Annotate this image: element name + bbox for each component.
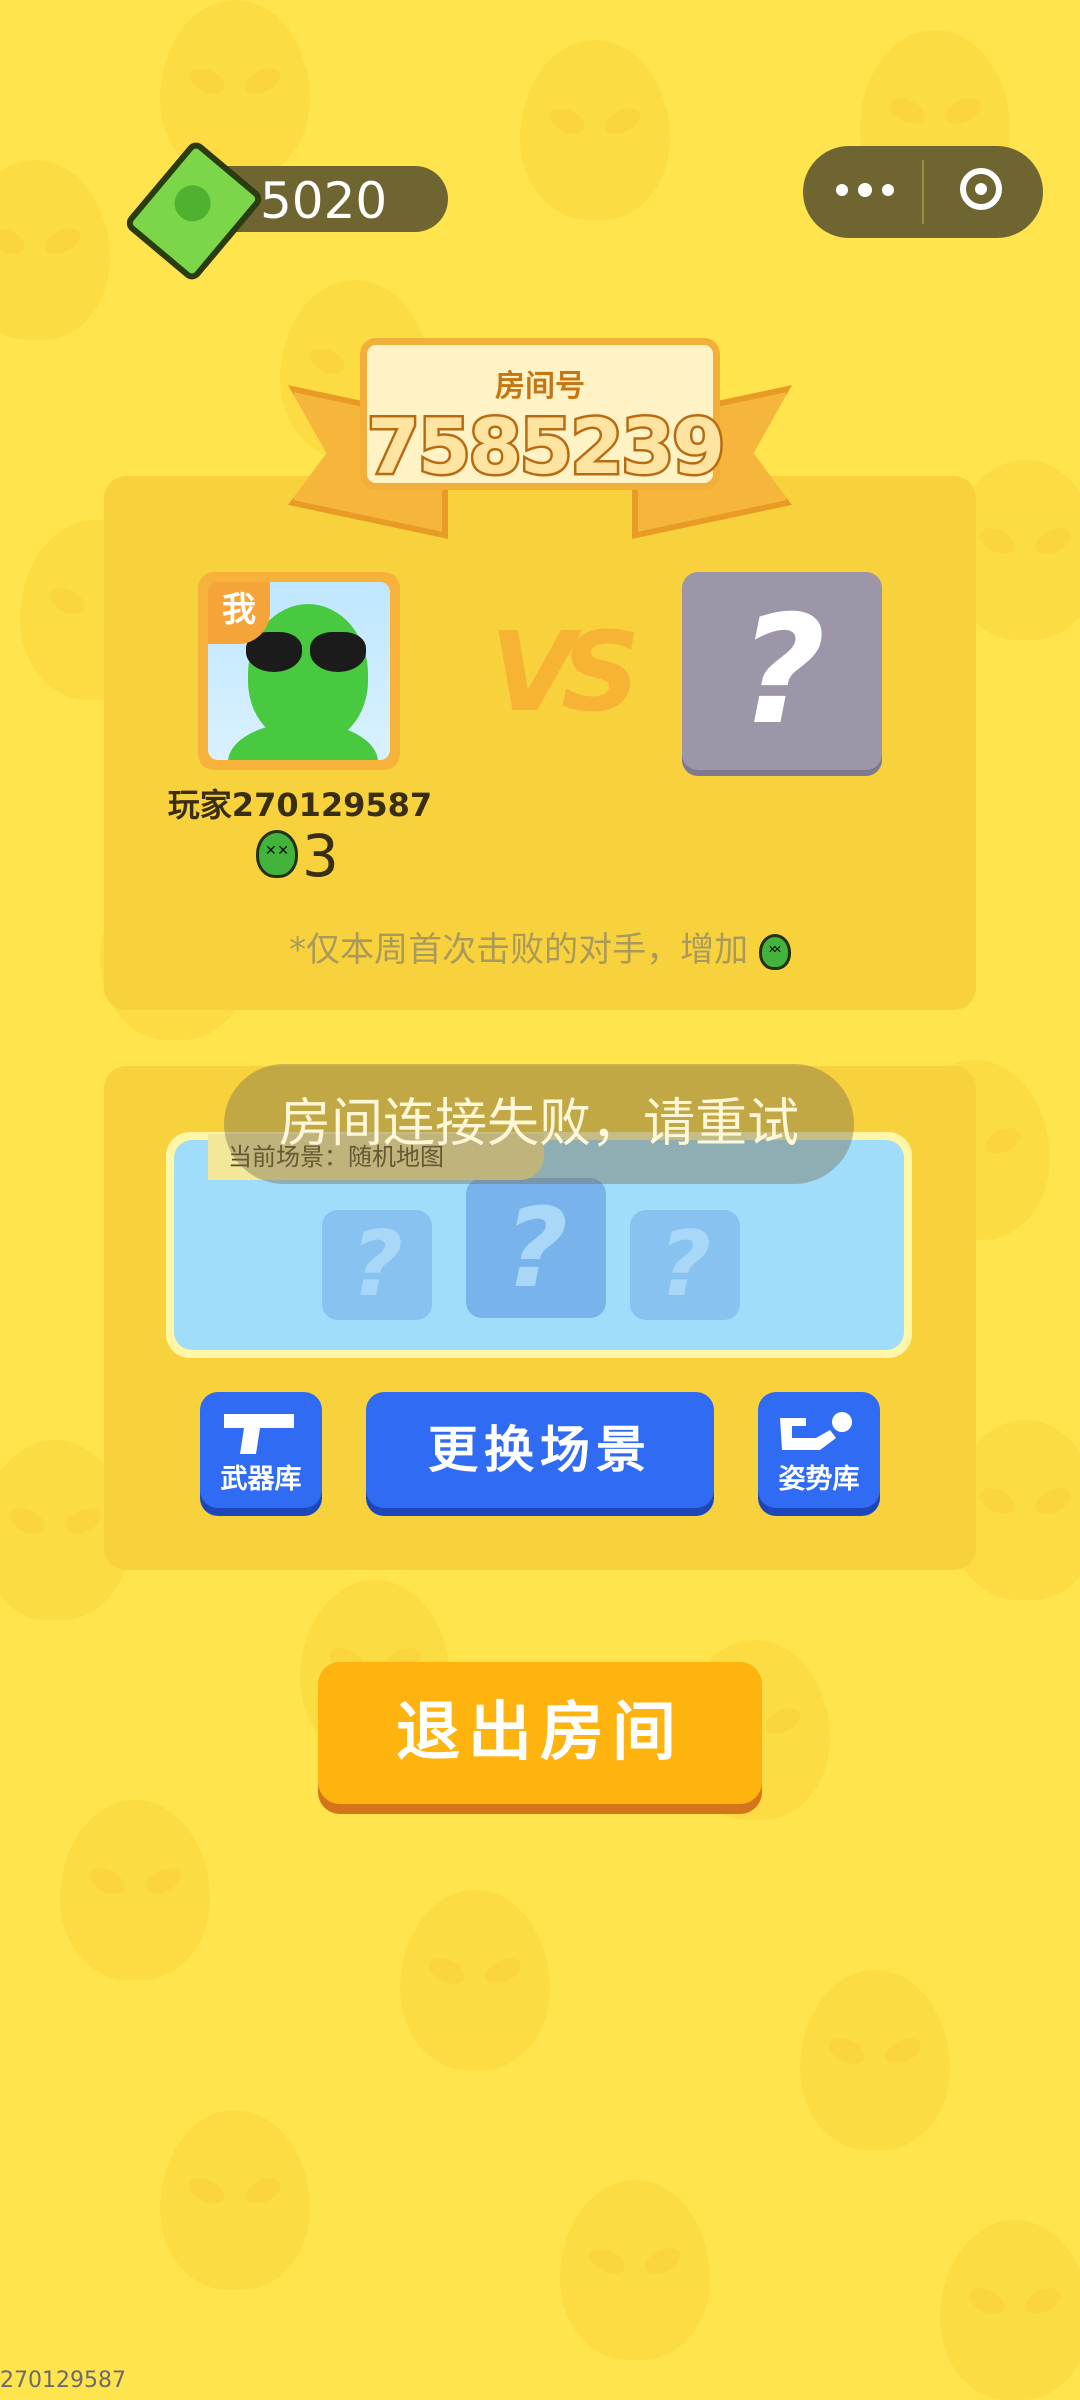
kill-skull-icon (256, 830, 298, 878)
miniprogram-capsule (803, 146, 1043, 238)
alien-bg-icon (560, 2180, 710, 2360)
room-ribbon: 房间号 7585239 (360, 338, 728, 491)
bonus-note-text: *仅本周首次击败的对手，增加 (289, 930, 749, 970)
alien-bg-icon (0, 160, 110, 340)
alien-bg-icon (520, 40, 670, 220)
alien-bg-icon (160, 2110, 310, 2290)
currency-value: 5020 (260, 172, 388, 230)
player-name: 玩家270129587 (167, 786, 433, 824)
capsule-divider (922, 160, 924, 224)
exit-room-button[interactable]: 退出房间 (318, 1662, 762, 1804)
weapons-button[interactable]: 武器库 (200, 1392, 322, 1508)
weapons-label: 武器库 (220, 1464, 302, 1495)
my-avatar[interactable]: 我 (198, 572, 400, 770)
sunglasses-icon (240, 632, 370, 674)
more-options-icon[interactable] (836, 180, 896, 200)
alien-bg-icon (60, 1800, 210, 1980)
pose-icon (780, 1412, 852, 1450)
close-miniprogram-icon[interactable] (960, 168, 1002, 210)
scene-card: ? (322, 1210, 432, 1320)
room-number: 7585239 (365, 402, 728, 491)
scene-card-center: ? (466, 1178, 606, 1318)
vs-label: VS (490, 608, 640, 736)
scene-card: ? (630, 1210, 740, 1320)
alien-bg-icon (940, 2220, 1080, 2400)
bonus-note: *仅本周首次击败的对手，增加 (140, 922, 940, 971)
change-scene-button[interactable]: 更换场景 (366, 1392, 714, 1508)
gun-icon (224, 1414, 294, 1454)
bonus-skull-icon (758, 933, 791, 970)
kill-count: 3 (302, 822, 339, 890)
alien-bg-icon (800, 1970, 950, 2150)
footer-user-id: 270129587 (0, 2368, 126, 2393)
poses-label: 姿势库 (778, 1464, 860, 1495)
room-label: 房间号 (495, 369, 585, 404)
poses-button[interactable]: 姿势库 (758, 1392, 880, 1508)
error-toast: 房间连接失败，请重试 (224, 1064, 854, 1184)
alien-bg-icon (400, 1890, 550, 2070)
opponent-avatar-placeholder: ? (682, 572, 882, 770)
